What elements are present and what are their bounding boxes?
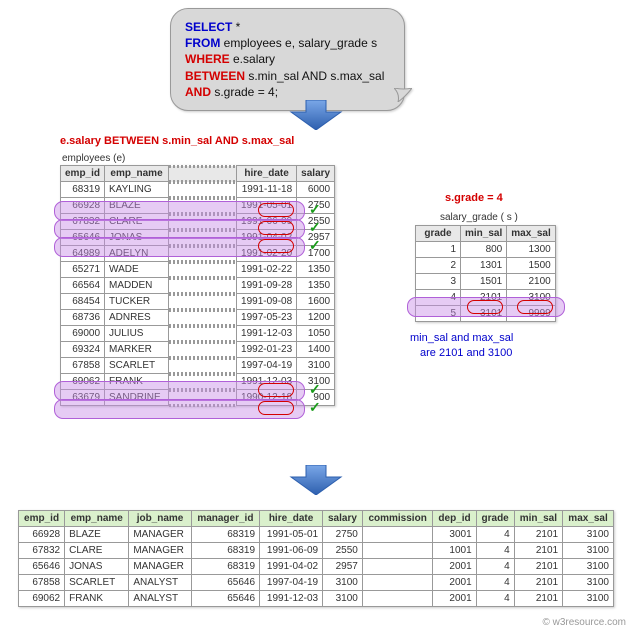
check-icon: ✓ [309, 399, 321, 416]
footer-credit: © w3resource.com [542, 617, 626, 628]
speech-tail-icon [394, 88, 412, 102]
table-row: 66928BLAZEMANAGER683191991-05-0127503001… [19, 527, 614, 543]
table-row: 18001300 [416, 242, 556, 258]
check-icon: ✓ [309, 219, 321, 236]
employees-table-label: employees (e) [62, 153, 125, 164]
table-row: 64989ADELYN1991-02-201700 [61, 246, 335, 262]
torn-gap [169, 166, 237, 182]
col-header: hire_date [260, 511, 323, 527]
table-row: 67858SCARLETANALYST656461997-04-19310020… [19, 575, 614, 591]
col-header: salary [297, 166, 335, 182]
col-header: emp_name [105, 166, 169, 182]
table-row: 65646JONAS1991-04-022957 [61, 230, 335, 246]
sql-and-rest: s.grade = 4; [211, 85, 278, 99]
table-row: 67858SCARLET1997-04-193100 [61, 358, 335, 374]
col-header: min_sal [514, 511, 562, 527]
table-row: 69000JULIUS1991-12-031050 [61, 326, 335, 342]
table-row: 69062FRANK1991-12-033100 [61, 374, 335, 390]
col-header: hire_date [237, 166, 297, 182]
result-table: emp_idemp_namejob_namemanager_idhire_dat… [18, 510, 614, 607]
table-row: 213011500 [416, 258, 556, 274]
col-header: emp_name [65, 511, 129, 527]
grade-filter-label: s.grade = 4 [445, 192, 503, 204]
table-row: 69062FRANKANALYST656461991-12-0331002001… [19, 591, 614, 607]
range-note-line2: are 2101 and 3100 [420, 347, 512, 359]
col-header: min_sal [461, 226, 507, 242]
col-header: dep_id [433, 511, 476, 527]
sql-query-box: SELECT * FROM employees e, salary_grade … [170, 8, 405, 111]
sql-from-kw: FROM [185, 36, 220, 50]
table-row: 66928BLAZE1991-05-012750 [61, 198, 335, 214]
salary-grade-table: grademin_salmax_sal 18001300213011500315… [415, 225, 556, 322]
between-condition-label: e.salary BETWEEN s.min_sal AND s.max_sal [60, 135, 294, 147]
employees-table: emp_idemp_name hire_datesalary 68319KAYLI… [60, 165, 335, 406]
col-header: salary [323, 511, 363, 527]
table-row: 65271WADE1991-02-221350 [61, 262, 335, 278]
table-row: 68736ADNRES1997-05-231200 [61, 310, 335, 326]
table-row: 421013100 [416, 290, 556, 306]
col-header: job_name [129, 511, 191, 527]
table-row: 315012100 [416, 274, 556, 290]
table-row: 531019999 [416, 306, 556, 322]
sql-select-kw: SELECT [185, 20, 232, 34]
col-header: grade [416, 226, 461, 242]
arrow-down-icon [286, 465, 346, 495]
table-row: 68454TUCKER1991-09-081600 [61, 294, 335, 310]
col-header: manager_id [191, 511, 259, 527]
table-row: 69324MARKER1992-01-231400 [61, 342, 335, 358]
col-header: commission [362, 511, 433, 527]
col-header: max_sal [563, 511, 614, 527]
sql-from-rest: employees e, salary_grade s [220, 36, 377, 50]
sql-select-rest: * [232, 20, 240, 34]
sql-between-rest: s.min_sal AND s.max_sal [245, 69, 384, 83]
table-row: 68319KAYLING1991-11-186000 [61, 182, 335, 198]
table-row: 67832CLAREMANAGER683191991-06-0925501001… [19, 543, 614, 559]
salary-grade-table-label: salary_grade ( s ) [440, 212, 518, 223]
col-header: emp_id [19, 511, 65, 527]
col-header: grade [476, 511, 514, 527]
table-row: 66564MADDEN1991-09-281350 [61, 278, 335, 294]
col-header: max_sal [507, 226, 555, 242]
arrow-down-icon [286, 100, 346, 130]
sql-and-kw: AND [185, 85, 211, 99]
table-row: 67832CLARE1991-06-092550 [61, 214, 335, 230]
table-row: 65646JONASMANAGER683191991-04-0229572001… [19, 559, 614, 575]
table-row: 63679SANDRINE1990-12-18900 [61, 390, 335, 406]
check-icon: ✓ [309, 201, 321, 218]
col-header: emp_id [61, 166, 105, 182]
range-note-line1: min_sal and max_sal [410, 332, 513, 344]
sql-between-kw: BETWEEN [185, 69, 245, 83]
sql-where-rest: e.salary [230, 52, 275, 66]
sql-where-kw: WHERE [185, 52, 230, 66]
check-icon: ✓ [309, 237, 321, 254]
check-icon: ✓ [309, 381, 321, 398]
